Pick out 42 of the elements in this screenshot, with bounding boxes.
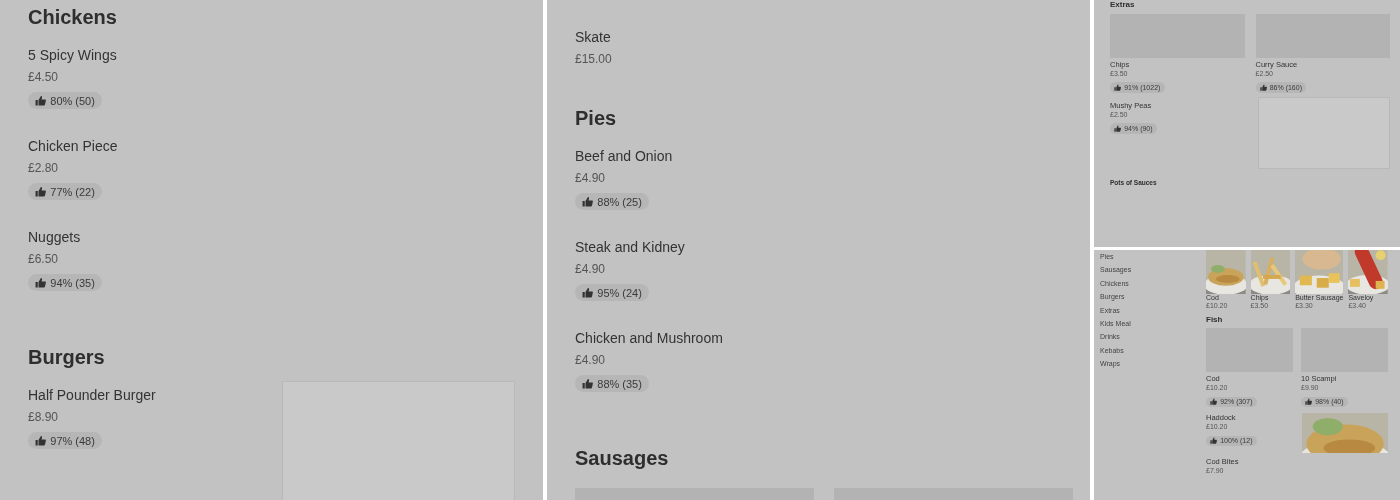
item-name: Half Pounder Burger	[28, 387, 156, 404]
thumbs-up-icon	[1210, 398, 1218, 406]
item-price: £15.00	[575, 51, 612, 66]
section-heading: Burgers	[28, 346, 106, 369]
thumbs-up-icon	[1114, 125, 1122, 132]
item-price: £2.80	[28, 160, 60, 175]
thumbs-up-icon	[581, 196, 593, 208]
item-price: £8.90	[28, 409, 60, 424]
rating-badge: 88% (25)	[575, 192, 649, 211]
rating-badge: 88% (35)	[575, 374, 649, 393]
section-heading: Pies	[575, 107, 618, 130]
thumbs-up-icon	[581, 287, 593, 299]
item-price: £4.90	[575, 352, 607, 367]
thumbs-up-icon	[1259, 84, 1267, 91]
thumbs-up-icon	[34, 277, 46, 289]
rating-badge: 94% (35)	[28, 273, 102, 292]
section-heading: Sausages	[575, 447, 670, 470]
rating-badge: 97% (48)	[28, 431, 102, 450]
thumbs-up-icon	[581, 378, 593, 390]
rating-badge: 80% (50)	[28, 91, 102, 110]
item-name: 5 Spicy Wings	[28, 47, 117, 64]
thumbs-up-icon	[34, 435, 46, 447]
section-heading: Chickens	[28, 6, 118, 29]
rating-badge: 95% (24)	[575, 283, 649, 302]
section-heading: Extras	[1110, 0, 1136, 9]
item-name: Steak and Kidney	[575, 239, 685, 256]
rating-badge: 77% (22)	[28, 182, 102, 201]
thumbs-up-icon	[34, 95, 46, 107]
item-price: £4.90	[575, 261, 607, 276]
item-price: £4.50	[28, 69, 60, 84]
thumbs-up-icon	[34, 186, 46, 198]
item-name: Chicken Piece	[28, 138, 118, 155]
section-heading: Fish	[1206, 315, 1224, 325]
item-name: Chicken and Mushroom	[575, 330, 723, 347]
item-price: £4.90	[575, 170, 607, 185]
thumbs-up-icon	[1210, 437, 1218, 445]
item-name: Skate	[575, 29, 612, 46]
item-name: Nuggets	[28, 229, 82, 246]
item-price: £6.50	[28, 251, 60, 266]
item-name: Beef and Onion	[575, 148, 673, 165]
thumbs-up-icon	[1114, 84, 1122, 91]
thumbs-up-icon	[1305, 398, 1313, 406]
